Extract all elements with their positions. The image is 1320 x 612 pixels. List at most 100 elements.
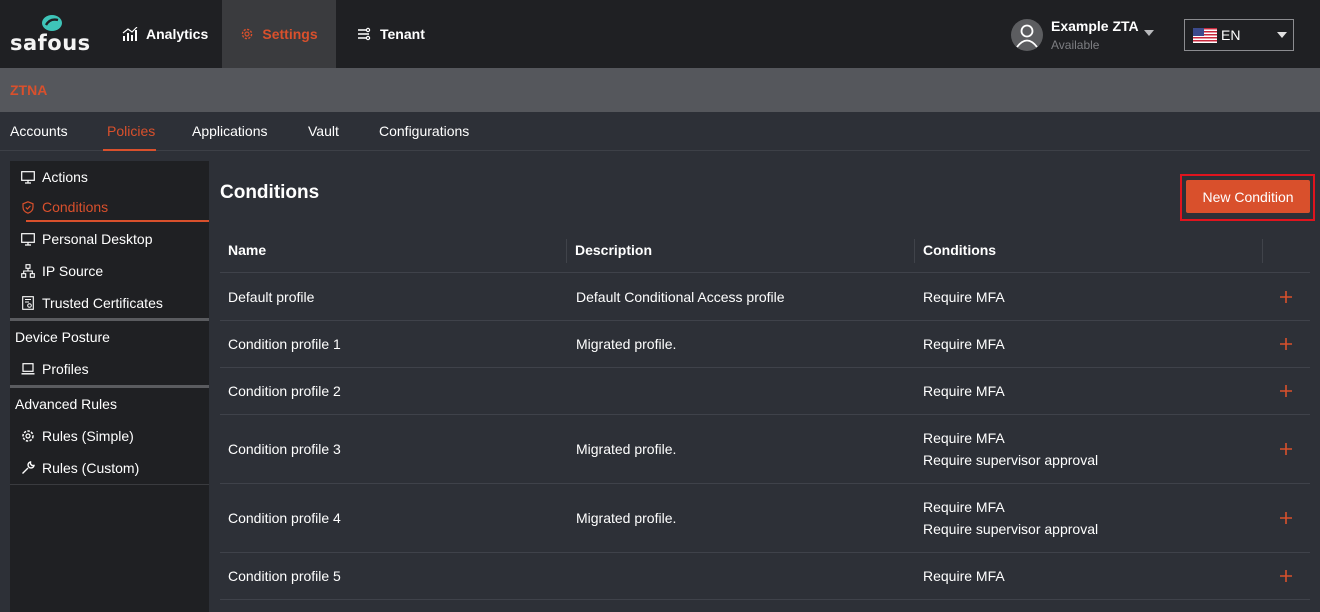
plus-icon[interactable]	[1278, 383, 1294, 399]
sidebar-item-label: IP Source	[42, 263, 104, 279]
user-name: Example ZTA	[1051, 18, 1139, 34]
monitor-icon	[20, 231, 36, 247]
sidebar-item-conditions[interactable]: Conditions	[10, 191, 209, 223]
top-bar: safous Analytics Settings Tenant Example…	[0, 0, 1320, 68]
safous-logo[interactable]: safous	[10, 14, 94, 56]
page-title: Conditions	[220, 182, 320, 203]
certificate-icon	[20, 295, 36, 311]
language-code: EN	[1221, 27, 1241, 43]
sidebar-item-label: Conditions	[42, 199, 109, 215]
sidebar: Actions Conditions Personal Desktop IP S…	[10, 161, 209, 612]
plus-icon[interactable]	[1278, 289, 1294, 305]
tab-configurations[interactable]: Configurations	[379, 123, 469, 139]
sidebar-item-label: Rules (Simple)	[42, 428, 134, 444]
sidebar-item-actions[interactable]: Actions	[10, 161, 209, 193]
gear-icon	[242, 28, 253, 40]
sidebar-group-title: Advanced Rules	[15, 396, 117, 412]
plus-icon[interactable]	[1278, 568, 1294, 584]
cell-description: Migrated profile.	[576, 510, 677, 526]
active-item-indicator	[26, 220, 209, 222]
table-row[interactable]: Condition profile 4 Migrated profile. Re…	[220, 484, 1310, 553]
column-separator	[1262, 239, 1263, 263]
cell-condition: Require MFA	[923, 289, 1005, 305]
gear-icon	[20, 428, 36, 444]
plus-icon[interactable]	[1278, 336, 1294, 352]
cell-name: Condition profile 2	[228, 383, 341, 399]
table-row[interactable]: Condition profile 5 Require MFA	[220, 553, 1310, 600]
sidebar-item-personal-desktop[interactable]: Personal Desktop	[10, 223, 209, 255]
section-title: ZTNA	[10, 82, 48, 98]
sidebar-item-label: Actions	[42, 169, 88, 185]
monitor-icon	[20, 169, 36, 185]
chevron-down-icon[interactable]	[1144, 30, 1154, 36]
plus-icon[interactable]	[1278, 441, 1294, 457]
sidebar-item-ip-source[interactable]: IP Source	[10, 255, 209, 287]
table-row[interactable]: Condition profile 3 Migrated profile. Re…	[220, 415, 1310, 484]
sidebar-item-rules-simple[interactable]: Rules (Simple)	[10, 420, 209, 452]
section-bar: ZTNA	[0, 68, 1320, 112]
cell-name: Condition profile 1	[228, 336, 341, 352]
tenant-icon	[358, 27, 371, 41]
chevron-down-icon	[1277, 32, 1287, 38]
nav-tab-settings-label: Settings	[262, 26, 318, 42]
sidebar-item-rules-custom[interactable]: Rules (Custom)	[10, 452, 209, 484]
column-header-name[interactable]: Name	[228, 242, 266, 258]
cell-name: Default profile	[228, 289, 315, 305]
table-row[interactable]: Condition profile 1 Migrated profile. Re…	[220, 321, 1310, 368]
nav-tab-settings[interactable]: Settings	[222, 0, 336, 68]
wrench-icon	[20, 460, 36, 476]
tab-applications[interactable]: Applications	[192, 123, 268, 139]
column-header-conditions[interactable]: Conditions	[923, 242, 996, 258]
analytics-icon	[122, 27, 138, 41]
active-tab-indicator	[103, 149, 156, 151]
table-row[interactable]: Default profile Default Conditional Acce…	[220, 274, 1310, 321]
sidebar-item-label: Profiles	[42, 361, 89, 377]
tab-vault[interactable]: Vault	[308, 123, 339, 139]
sidebar-divider	[10, 484, 209, 485]
sidebar-item-label: Rules (Custom)	[42, 460, 140, 476]
cell-condition: Require supervisor approval	[923, 521, 1099, 537]
cell-description: Migrated profile.	[576, 441, 677, 457]
shield-icon	[20, 199, 36, 215]
tab-policies[interactable]: Policies	[107, 123, 155, 139]
new-condition-button[interactable]: New Condition	[1186, 180, 1310, 213]
cell-condition: Require supervisor approval	[923, 452, 1099, 468]
sidebar-group-advanced-rules: Advanced Rules	[10, 385, 209, 420]
sidebar-group-device-posture: Device Posture	[10, 318, 209, 353]
nav-tab-analytics[interactable]: Analytics	[122, 0, 208, 68]
column-separator	[566, 239, 567, 263]
logo-text: safous	[10, 31, 91, 55]
cell-condition: Require MFA	[923, 430, 1005, 446]
nav-tab-tenant-label: Tenant	[380, 26, 425, 42]
tab-accounts[interactable]: Accounts	[10, 123, 68, 139]
cell-description: Migrated profile.	[576, 336, 677, 352]
column-header-description[interactable]: Description	[575, 242, 652, 258]
language-select[interactable]: EN	[1184, 19, 1294, 51]
table-row[interactable]: Condition profile 2 Require MFA	[220, 368, 1310, 415]
column-separator	[914, 239, 915, 263]
cell-condition: Require MFA	[923, 568, 1005, 584]
user-status: Available	[1051, 38, 1100, 52]
user-icon	[1016, 24, 1038, 48]
plus-icon[interactable]	[1278, 510, 1294, 526]
sub-tabs: Accounts Policies Applications Vault Con…	[0, 112, 1310, 151]
us-flag-icon	[1193, 28, 1217, 43]
sidebar-item-label: Trusted Certificates	[42, 295, 163, 311]
cell-condition: Require MFA	[923, 336, 1005, 352]
cell-description: Default Conditional Access profile	[576, 289, 785, 305]
table-header: Name Description Conditions	[220, 227, 1310, 273]
nav-tab-analytics-label: Analytics	[146, 26, 209, 42]
sidebar-item-trusted-certificates[interactable]: Trusted Certificates	[10, 287, 209, 319]
cell-name: Condition profile 4	[228, 510, 341, 526]
cell-name: Condition profile 5	[228, 568, 341, 584]
sidebar-group-title: Device Posture	[15, 329, 110, 345]
laptop-icon	[20, 361, 36, 377]
sidebar-item-profiles[interactable]: Profiles	[10, 353, 209, 385]
cell-condition: Require MFA	[923, 383, 1005, 399]
sidebar-item-label: Personal Desktop	[42, 231, 153, 247]
logo-mark-icon	[42, 15, 62, 31]
cell-condition: Require MFA	[923, 499, 1005, 515]
user-menu[interactable]: Example ZTA Available	[1011, 18, 1161, 52]
nav-tab-tenant[interactable]: Tenant	[356, 0, 425, 68]
avatar	[1011, 19, 1043, 51]
